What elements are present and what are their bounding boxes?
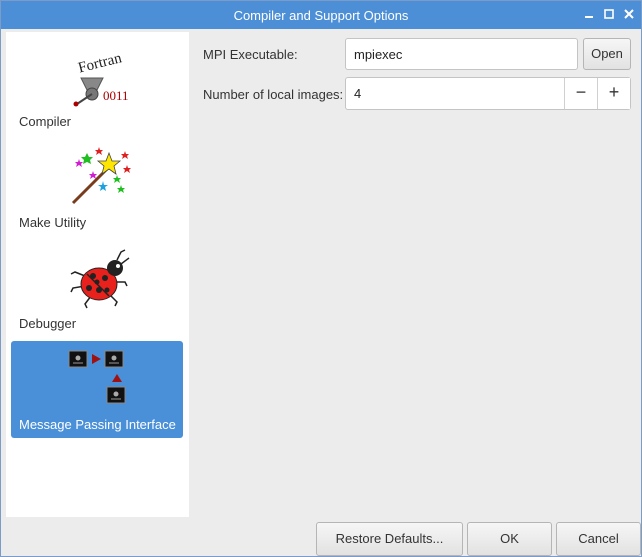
plus-icon: + xyxy=(608,82,620,102)
increment-button[interactable]: + xyxy=(597,78,630,109)
local-images-label: Number of local images: xyxy=(203,87,344,102)
ladybug-icon xyxy=(70,249,130,309)
mpi-network-icon xyxy=(68,350,126,404)
maximize-icon[interactable] xyxy=(602,7,616,21)
options-sidebar: Fortran 0011 Compiler Make Utility Debug… xyxy=(6,32,189,517)
sidebar-item-compiler[interactable]: Fortran 0011 Compiler xyxy=(11,38,183,135)
fortran-compiler-icon: Fortran 0011 xyxy=(73,50,129,107)
cancel-button[interactable]: Cancel xyxy=(556,522,641,556)
restore-defaults-button[interactable]: Restore Defaults... xyxy=(316,522,463,556)
sidebar-item-make-utility[interactable]: Make Utility xyxy=(11,139,183,236)
ok-button[interactable]: OK xyxy=(467,522,552,556)
mpi-executable-input[interactable] xyxy=(345,38,578,70)
mpi-executable-label: MPI Executable: xyxy=(203,47,298,62)
window-title: Compiler and Support Options xyxy=(233,8,409,23)
dialog-window: Compiler and Support Options Fortran 001… xyxy=(0,0,642,557)
sidebar-item-label: Message Passing Interface xyxy=(19,417,176,432)
close-icon[interactable] xyxy=(622,7,636,21)
local-images-input[interactable] xyxy=(346,78,572,109)
sidebar-item-label: Debugger xyxy=(19,316,77,331)
sidebar-item-debugger[interactable]: Debugger xyxy=(11,240,183,337)
svg-text:0011: 0011 xyxy=(103,88,129,103)
decrement-button[interactable]: − xyxy=(564,78,597,109)
minimize-icon[interactable] xyxy=(582,7,596,21)
sidebar-item-label: Make Utility xyxy=(19,215,87,230)
open-button[interactable]: Open xyxy=(583,38,631,70)
svg-text:Fortran: Fortran xyxy=(77,50,124,76)
minus-icon: − xyxy=(575,82,587,102)
magic-wand-icon xyxy=(71,147,131,205)
sidebar-item-label: Compiler xyxy=(19,114,72,129)
sidebar-item-mpi[interactable]: Message Passing Interface xyxy=(11,341,183,438)
title-bar[interactable]: Compiler and Support Options xyxy=(1,1,641,29)
